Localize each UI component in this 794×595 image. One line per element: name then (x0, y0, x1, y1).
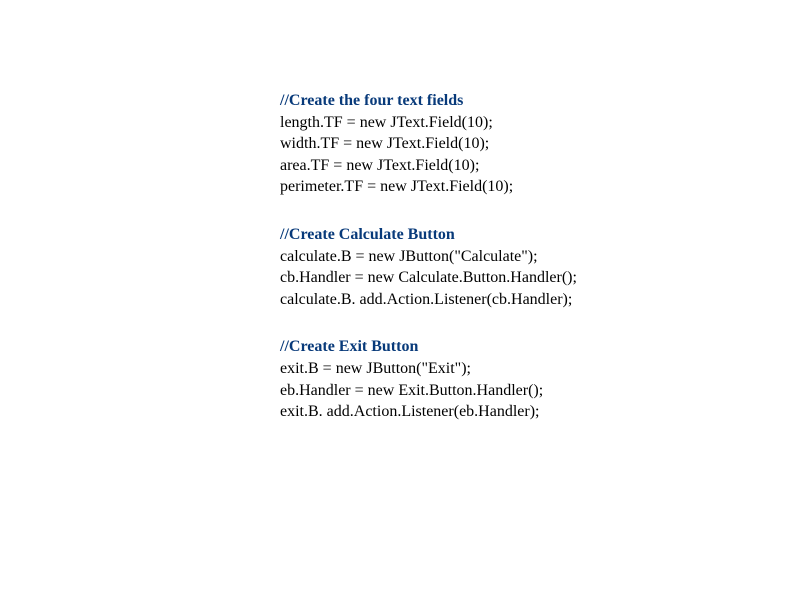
code-line: area.TF = new JText.Field(10); (280, 155, 577, 177)
comment-exit-button: //Create Exit Button (280, 336, 577, 358)
block-exit-button: //Create Exit Button exit.B = new JButto… (280, 336, 577, 422)
code-line: length.TF = new JText.Field(10); (280, 112, 577, 134)
code-line: calculate.B. add.Action.Listener(cb.Hand… (280, 289, 577, 311)
code-line: width.TF = new JText.Field(10); (280, 133, 577, 155)
block-text-fields: //Create the four text fields length.TF … (280, 90, 577, 198)
code-snippet: //Create the four text fields length.TF … (280, 90, 577, 449)
code-line: cb.Handler = new Calculate.Button.Handle… (280, 267, 577, 289)
comment-text-fields: //Create the four text fields (280, 90, 577, 112)
code-line: eb.Handler = new Exit.Button.Handler(); (280, 380, 577, 402)
code-line: perimeter.TF = new JText.Field(10); (280, 176, 577, 198)
code-line: calculate.B = new JButton("Calculate"); (280, 246, 577, 268)
block-calculate-button: //Create Calculate Button calculate.B = … (280, 224, 577, 310)
code-line: exit.B = new JButton("Exit"); (280, 358, 577, 380)
code-line: exit.B. add.Action.Listener(eb.Handler); (280, 401, 577, 423)
comment-calculate-button: //Create Calculate Button (280, 224, 577, 246)
